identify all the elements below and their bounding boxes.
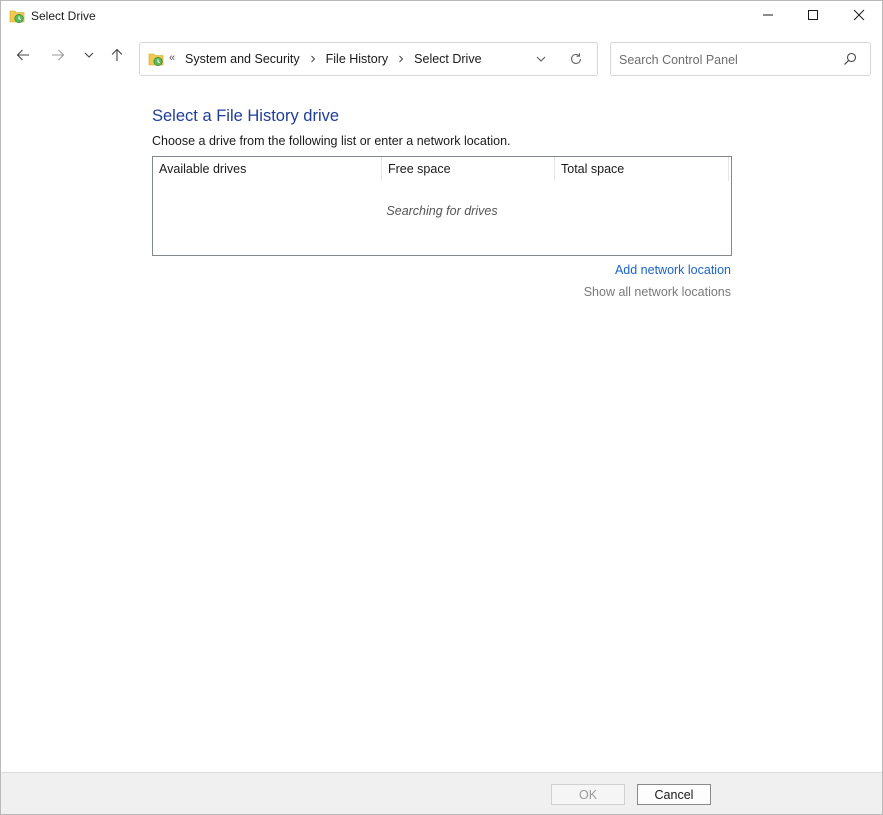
minimize-button[interactable] xyxy=(745,1,791,31)
file-history-icon xyxy=(9,8,25,24)
cancel-button[interactable]: Cancel xyxy=(637,784,711,805)
breadcrumb-file-history[interactable]: File History xyxy=(326,52,389,66)
chevron-down-icon xyxy=(536,53,546,67)
window-title: Select Drive xyxy=(31,9,96,23)
column-header-available-drives[interactable]: Available drives xyxy=(153,157,382,181)
search-icon[interactable] xyxy=(843,52,859,68)
chevron-down-icon xyxy=(84,49,94,63)
instruction-text: Choose a drive from the following list o… xyxy=(152,134,511,148)
page-heading: Select a File History drive xyxy=(152,107,340,125)
refresh-button[interactable] xyxy=(568,52,584,68)
address-dropdown-button[interactable] xyxy=(533,52,549,68)
breadcrumb-system-and-security[interactable]: System and Security xyxy=(185,52,300,66)
select-drive-window: Select Drive « System and Security File … xyxy=(0,0,883,815)
minimize-icon xyxy=(762,9,774,24)
breadcrumb-overflow[interactable]: « xyxy=(169,52,175,64)
chevron-right-icon[interactable] xyxy=(309,55,317,63)
searching-status: Searching for drives xyxy=(386,204,498,218)
breadcrumb: System and Security File History Select … xyxy=(185,52,482,66)
close-icon xyxy=(853,9,865,24)
file-history-icon xyxy=(148,51,164,67)
maximize-button[interactable] xyxy=(790,1,836,31)
refresh-icon xyxy=(569,52,583,69)
recent-locations-button[interactable] xyxy=(78,44,100,68)
forward-button[interactable] xyxy=(47,44,69,68)
title-bar: Select Drive xyxy=(1,1,882,32)
maximize-icon xyxy=(807,9,819,24)
breadcrumb-select-drive[interactable]: Select Drive xyxy=(414,52,481,66)
close-button[interactable] xyxy=(836,1,882,31)
arrow-up-icon xyxy=(110,48,124,65)
dialog-footer: OK Cancel xyxy=(1,772,882,814)
search-input[interactable] xyxy=(619,50,834,70)
drive-list[interactable]: Available drives Free space Total space … xyxy=(152,156,732,256)
ok-button[interactable]: OK xyxy=(551,784,625,805)
arrow-right-icon xyxy=(51,48,65,65)
navigation-bar: « System and Security File History Selec… xyxy=(1,32,882,84)
column-header-free-space[interactable]: Free space xyxy=(382,157,555,181)
show-all-network-locations-link[interactable]: Show all network locations xyxy=(584,285,731,299)
add-network-location-link[interactable]: Add network location xyxy=(615,263,731,277)
column-header-total-space[interactable]: Total space xyxy=(555,157,729,181)
chevron-right-icon[interactable] xyxy=(397,55,405,63)
address-bar[interactable]: « System and Security File History Selec… xyxy=(139,42,598,76)
back-button[interactable] xyxy=(12,44,34,68)
search-box[interactable] xyxy=(610,42,871,76)
arrow-left-icon xyxy=(16,48,30,65)
up-button[interactable] xyxy=(106,44,128,68)
